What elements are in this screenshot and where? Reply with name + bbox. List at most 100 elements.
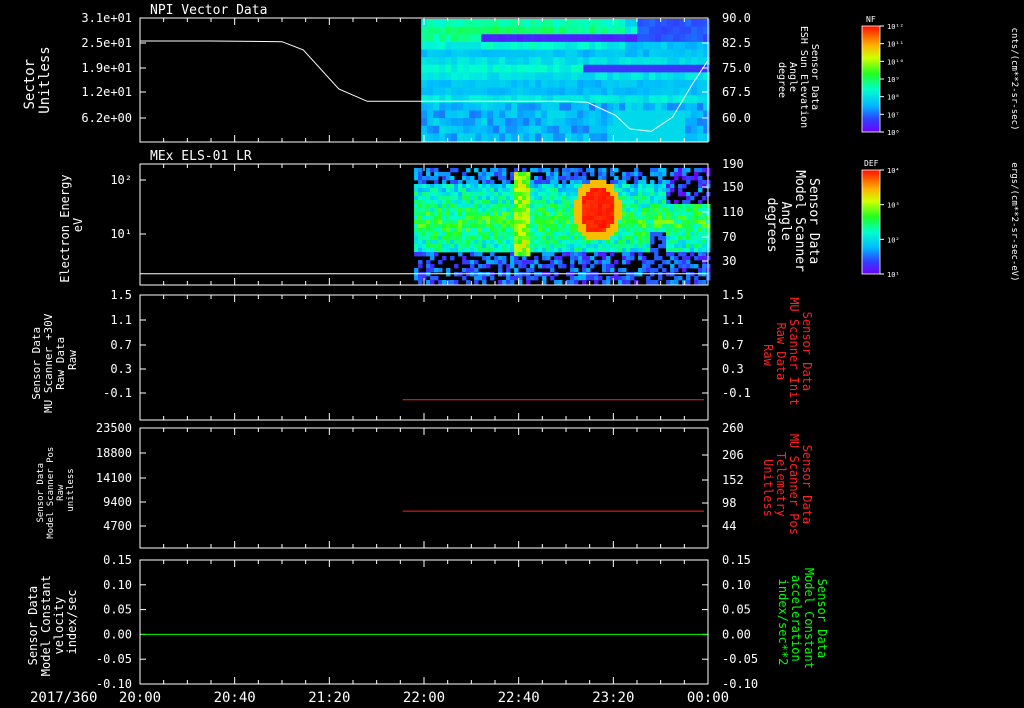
heatmap-cell: [481, 125, 488, 134]
heatmap-cell: [554, 212, 559, 217]
heatmap-cell: [427, 95, 434, 104]
heatmap-cell: [702, 248, 707, 253]
heatmap-cell: [649, 72, 656, 81]
heatmap-cell: [703, 110, 710, 119]
heatmap-cell: [439, 125, 446, 134]
heatmap-cell: [547, 41, 554, 50]
heatmap-cell: [594, 260, 599, 265]
heatmap-cell: [470, 196, 475, 201]
heatmap-cell: [550, 260, 555, 265]
heatmap-cell: [414, 196, 419, 201]
heatmap-cell: [414, 192, 419, 197]
heatmap-cell: [414, 228, 419, 233]
heatmap-cell: [547, 19, 554, 28]
heatmap-cell: [426, 208, 431, 213]
heatmap-cell: [499, 125, 506, 134]
heatmap-cell: [631, 87, 638, 96]
heatmap-cell: [602, 256, 607, 261]
heatmap-cell: [610, 212, 615, 217]
heatmap-cell: [510, 280, 515, 285]
heatmap-cell: [670, 280, 675, 285]
heatmap-cell: [458, 188, 463, 193]
heatmap-cell: [505, 26, 512, 35]
heatmap-cell: [618, 220, 623, 225]
heatmap-cell: [674, 172, 679, 177]
heatmap-cell: [462, 276, 467, 281]
heatmap-cell: [546, 172, 551, 177]
heatmap-cell: [541, 41, 548, 50]
heatmap-cell: [422, 244, 427, 249]
heatmap-cell: [511, 72, 518, 81]
heatmap-cell: [650, 280, 655, 285]
heatmap-cell: [482, 184, 487, 189]
heatmap-cell: [598, 176, 603, 181]
heatmap-cell: [594, 248, 599, 253]
heatmap-cell: [466, 244, 471, 249]
heatmap-cell: [678, 260, 683, 265]
heatmap-cell: [586, 268, 591, 273]
heatmap-cell: [566, 192, 571, 197]
heatmap-cell: [499, 41, 506, 50]
heatmap-cell: [422, 204, 427, 209]
heatmap-cell: [518, 236, 523, 241]
heatmap-cell: [565, 125, 572, 134]
heatmap-cell: [470, 252, 475, 257]
heatmap-cell: [595, 95, 602, 104]
heatmap-cell: [685, 72, 692, 81]
heatmap-cell: [634, 184, 639, 189]
heatmap-cell: [583, 125, 590, 134]
heatmap-cell: [626, 248, 631, 253]
heatmap-cell: [694, 168, 699, 173]
y-tick-label: 0.00: [722, 627, 751, 641]
heatmap-cell: [517, 110, 524, 119]
heatmap-cell: [590, 208, 595, 213]
heatmap-cell: [637, 57, 644, 66]
heatmap-cell: [474, 188, 479, 193]
heatmap-cell: [442, 192, 447, 197]
heatmap-cell: [469, 102, 476, 111]
heatmap-cell: [430, 276, 435, 281]
heatmap-cell: [490, 220, 495, 225]
heatmap-cell: [566, 176, 571, 181]
heatmap-cell: [586, 212, 591, 217]
heatmap-cell: [670, 232, 675, 237]
heatmap-cell: [430, 212, 435, 217]
panel-frame: [139, 427, 709, 549]
heatmap-cell: [686, 248, 691, 253]
time-tick-label: 22:00: [403, 690, 445, 706]
heatmap-cell: [523, 26, 530, 35]
heatmap-cell: [558, 240, 563, 245]
heatmap-cell: [470, 208, 475, 213]
heatmap-cell: [538, 204, 543, 209]
heatmap-cell: [482, 232, 487, 237]
heatmap-cell: [619, 34, 626, 43]
heatmap-cell: [427, 57, 434, 66]
heatmap-cell: [438, 188, 443, 193]
heatmap-cell: [559, 49, 566, 58]
heatmap-cell: [430, 188, 435, 193]
heatmap-cell: [422, 228, 427, 233]
heatmap-cell: [578, 220, 583, 225]
heatmap-cell: [433, 64, 440, 73]
heatmap-cell: [685, 26, 692, 35]
heatmap-cell: [685, 95, 692, 104]
heatmap-cell: [463, 125, 470, 134]
heatmap-cell: [601, 80, 608, 89]
heatmap-cell: [649, 87, 656, 96]
heatmap-cell: [450, 180, 455, 185]
heatmap-cell: [638, 172, 643, 177]
heatmap-cell: [475, 102, 482, 111]
heatmap-cell: [414, 248, 419, 253]
y-tick-label: 2.5e+01: [81, 36, 132, 50]
heatmap-cell: [522, 264, 527, 269]
heatmap-cell: [622, 224, 627, 229]
heatmap-cell: [426, 196, 431, 201]
heatmap-cell: [666, 224, 671, 229]
heatmap-cell: [438, 212, 443, 217]
heatmap-cell: [654, 256, 659, 261]
heatmap-cell: [542, 232, 547, 237]
heatmap-cell: [502, 240, 507, 245]
heatmap-cell: [570, 260, 575, 265]
heatmap-cell: [494, 184, 499, 189]
heatmap-cell: [578, 216, 583, 221]
